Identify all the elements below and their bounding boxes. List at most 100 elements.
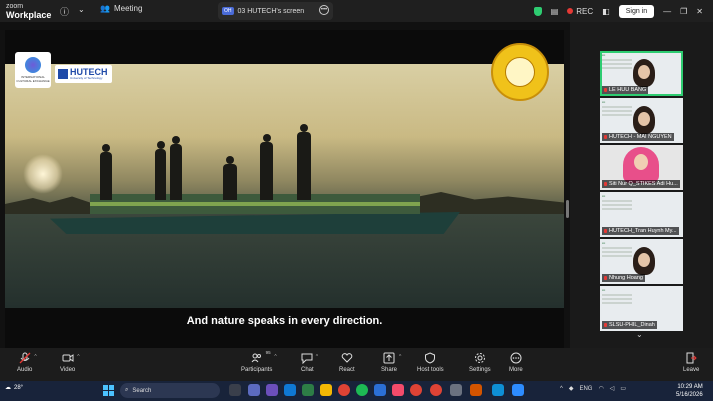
close-icon[interactable]: ✕ (696, 7, 703, 16)
info-icon[interactable]: ⓘ (60, 5, 69, 18)
share-label: Share (381, 367, 398, 373)
brand-line2: Workplace (6, 10, 52, 20)
app-icon[interactable] (302, 384, 314, 396)
battery-icon[interactable]: ▭ (620, 385, 626, 392)
participant-tile[interactable]: ▪▪▪ SLSU-PHIL_Dinah (600, 286, 683, 331)
chevron-up-icon[interactable]: ^ (399, 354, 401, 360)
slide-lines (602, 200, 632, 214)
participant-video (623, 147, 659, 183)
participant-tile[interactable]: ▪▪▪ HUTECH_Tran Huynh My... (600, 192, 683, 237)
app-icon[interactable] (470, 384, 482, 396)
zoom-app-icon[interactable] (512, 384, 524, 396)
mic-muted-icon (604, 182, 607, 186)
video-label: Video (60, 367, 76, 373)
participants-label: Participants (241, 367, 273, 373)
chrome-icon[interactable] (430, 384, 442, 396)
panel-resize-handle[interactable] (566, 200, 569, 218)
silhouette-person (170, 136, 182, 200)
sign-in-button[interactable]: Sign in (618, 4, 655, 18)
settings-button[interactable]: Settings (469, 352, 491, 373)
chrome-icon[interactable] (410, 384, 422, 396)
chevron-up-icon[interactable]: ^ (560, 386, 563, 392)
zoom-logo: zoom Workplace (6, 2, 51, 20)
participants-button[interactable]: 95 Participants ^ (241, 350, 277, 373)
app-tray-icon[interactable]: ◆ (569, 385, 574, 392)
more-label: More (509, 367, 523, 373)
leave-icon (685, 352, 697, 364)
windows-start-icon[interactable] (103, 385, 114, 396)
recording-indicator[interactable]: REC (567, 7, 593, 16)
task-view-icon[interactable] (229, 384, 241, 396)
slide-background: ▪▪▪ (602, 53, 606, 57)
app-icon[interactable] (492, 384, 504, 396)
taskbar-search[interactable]: ⌕ Search (120, 383, 220, 398)
notes-icon[interactable]: ▤ (551, 7, 559, 16)
participants-icon: 95 (251, 350, 271, 364)
chevron-up-icon[interactable]: ^ (34, 354, 36, 360)
wifi-icon[interactable]: ◠ (598, 385, 603, 392)
search-placeholder: Search (132, 387, 152, 394)
participant-name: HUTECH_Tran Huynh My... (609, 228, 677, 234)
app-icon[interactable] (248, 384, 260, 396)
share-screen-icon (383, 352, 395, 364)
video-button[interactable]: Video ^ (60, 352, 80, 373)
search-icon: ⌕ (125, 387, 129, 393)
speaker-icon[interactable]: ◁ (610, 385, 615, 392)
leave-button[interactable]: Leave (683, 352, 699, 373)
audio-button[interactable]: Audio ^ (17, 352, 37, 373)
host-tools-button[interactable]: Host tools (417, 352, 444, 373)
app-icon[interactable] (284, 384, 296, 396)
file-explorer-icon[interactable] (320, 384, 332, 396)
seal-center (505, 57, 535, 87)
app-icon[interactable] (266, 384, 278, 396)
system-tray: ^ ◆ ENG ◠ ◁ ▭ (560, 385, 626, 393)
gear-icon (474, 352, 486, 364)
chevron-down-icon[interactable]: ⌄ (78, 5, 85, 14)
more-options-icon[interactable]: ••• (319, 5, 329, 15)
gallery-next-chevron-icon[interactable]: ⌄ (636, 330, 643, 339)
settings-app-icon[interactable] (450, 384, 462, 396)
share-title: 03 HUTECH's screen (237, 7, 305, 15)
more-button[interactable]: More (509, 352, 523, 373)
participant-tile[interactable]: ▪▪▪ HUTECH - MAI NGUYEN (600, 98, 683, 143)
more-dots-icon (510, 352, 522, 364)
restore-icon[interactable]: ❐ (680, 7, 687, 16)
layout-icon[interactable]: ◧ (602, 7, 610, 16)
weather-icon: ☁ (5, 385, 11, 391)
chevron-up-icon[interactable]: ^ (77, 354, 79, 360)
mic-muted-icon (604, 88, 607, 92)
silhouette-person (155, 141, 166, 200)
chevron-up-icon[interactable]: ^ (316, 354, 318, 360)
main-stage: INTERNATIONAL CULTURAL EXCHANGE HUTECH U… (0, 22, 570, 348)
music-icon[interactable] (392, 384, 404, 396)
participant-nameplate: HUTECH - MAI NGUYEN (602, 133, 674, 141)
chat-icon (301, 352, 313, 364)
title-bar: zoom Workplace ⓘ ⌄ 👥 Meeting OH 03 HUTEC… (0, 0, 713, 22)
clock[interactable]: 10:29 AM 5/16/2026 (676, 383, 703, 399)
meeting-menu[interactable]: 👥 Meeting (100, 4, 142, 13)
spotify-icon[interactable] (356, 384, 368, 396)
boat-stripe (90, 202, 420, 206)
shared-screen-tab[interactable]: OH 03 HUTECH's screen ••• (218, 2, 333, 20)
participant-tile[interactable]: ▪▪▪ Nhung Hoang (600, 239, 683, 284)
slide-background: ▪▪▪ (602, 288, 606, 292)
chrome-icon[interactable] (338, 384, 350, 396)
slide-lines (602, 247, 632, 261)
participant-tile[interactable]: ▪▪▪ LE HUU BANG (600, 51, 683, 96)
participant-video (633, 59, 655, 87)
minimize-icon[interactable]: — (663, 7, 671, 16)
participant-name: LE HUU BANG (609, 87, 647, 93)
slide-background: ▪▪▪ (602, 241, 606, 245)
react-button[interactable]: React (339, 352, 355, 373)
participant-tile[interactable]: Siti Nur Q_STIKES Adi Hu... (600, 145, 683, 190)
silhouette-person (297, 124, 311, 200)
temperature: 28° (14, 384, 24, 391)
weather-widget[interactable]: ☁ 28° (5, 384, 24, 392)
lang-indicator[interactable]: ENG (579, 386, 592, 392)
participants-count: 95 (265, 350, 271, 355)
app-icon[interactable] (374, 384, 386, 396)
security-shield-icon[interactable] (533, 6, 542, 16)
share-button[interactable]: Share ^ (381, 352, 401, 373)
chevron-up-icon[interactable]: ^ (274, 354, 276, 360)
chat-button[interactable]: Chat ^ (301, 352, 318, 373)
